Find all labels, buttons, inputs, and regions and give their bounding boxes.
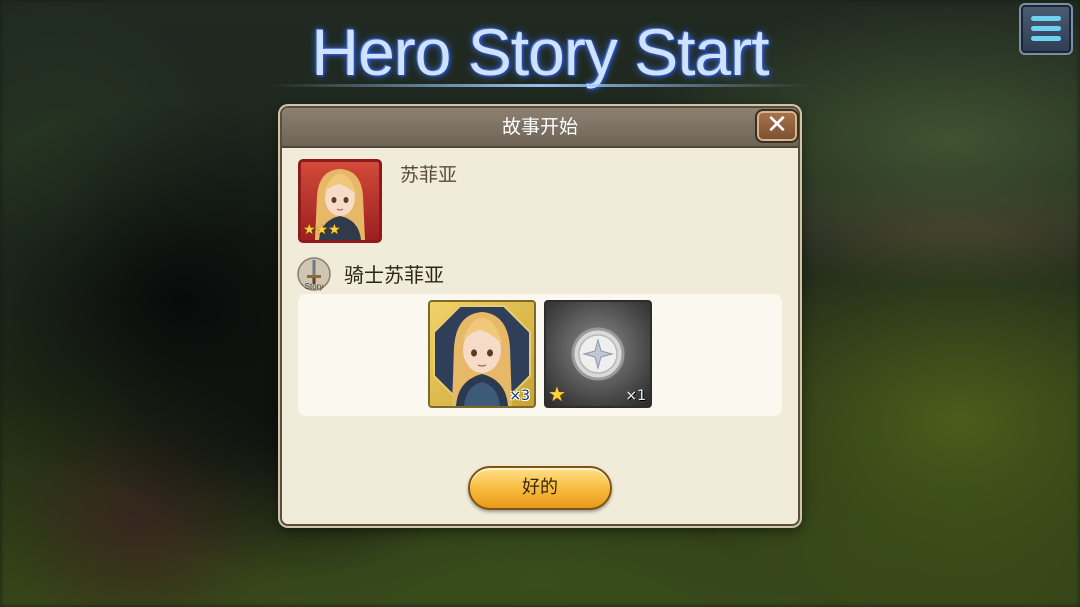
hero-avatar[interactable]: ★★★ [298, 159, 382, 243]
dialog-title: 故事开始 [282, 108, 798, 148]
page-title: Hero Story Start [311, 15, 769, 89]
story-start-dialog: 故事开始 ✕ ★★★ 苏菲亚 Story 骑士苏菲亚 ×3 ★ ×1 好的 [280, 106, 800, 526]
title-underline [270, 84, 810, 87]
close-icon: ✕ [766, 110, 788, 140]
reward-item-silver-medal[interactable]: ★ ×1 [544, 300, 652, 408]
reward-quantity: ×3 [509, 388, 530, 404]
reward-grade-star: ★ [548, 382, 566, 406]
reward-panel: ×3 ★ ×1 [298, 294, 782, 416]
ok-button[interactable]: 好的 [468, 466, 612, 510]
hero-name: 苏菲亚 [400, 164, 458, 186]
story-icon-label: Story [305, 282, 324, 291]
hero-star-rating: ★★★ [303, 222, 341, 238]
reward-quantity: ×1 [625, 388, 646, 404]
close-button[interactable]: ✕ [755, 109, 799, 143]
story-sword-icon: Story [297, 257, 331, 291]
reward-item-hero-portrait[interactable]: ×3 [428, 300, 536, 408]
menu-button[interactable] [1019, 3, 1073, 55]
story-name: 骑士苏菲亚 [344, 263, 444, 287]
